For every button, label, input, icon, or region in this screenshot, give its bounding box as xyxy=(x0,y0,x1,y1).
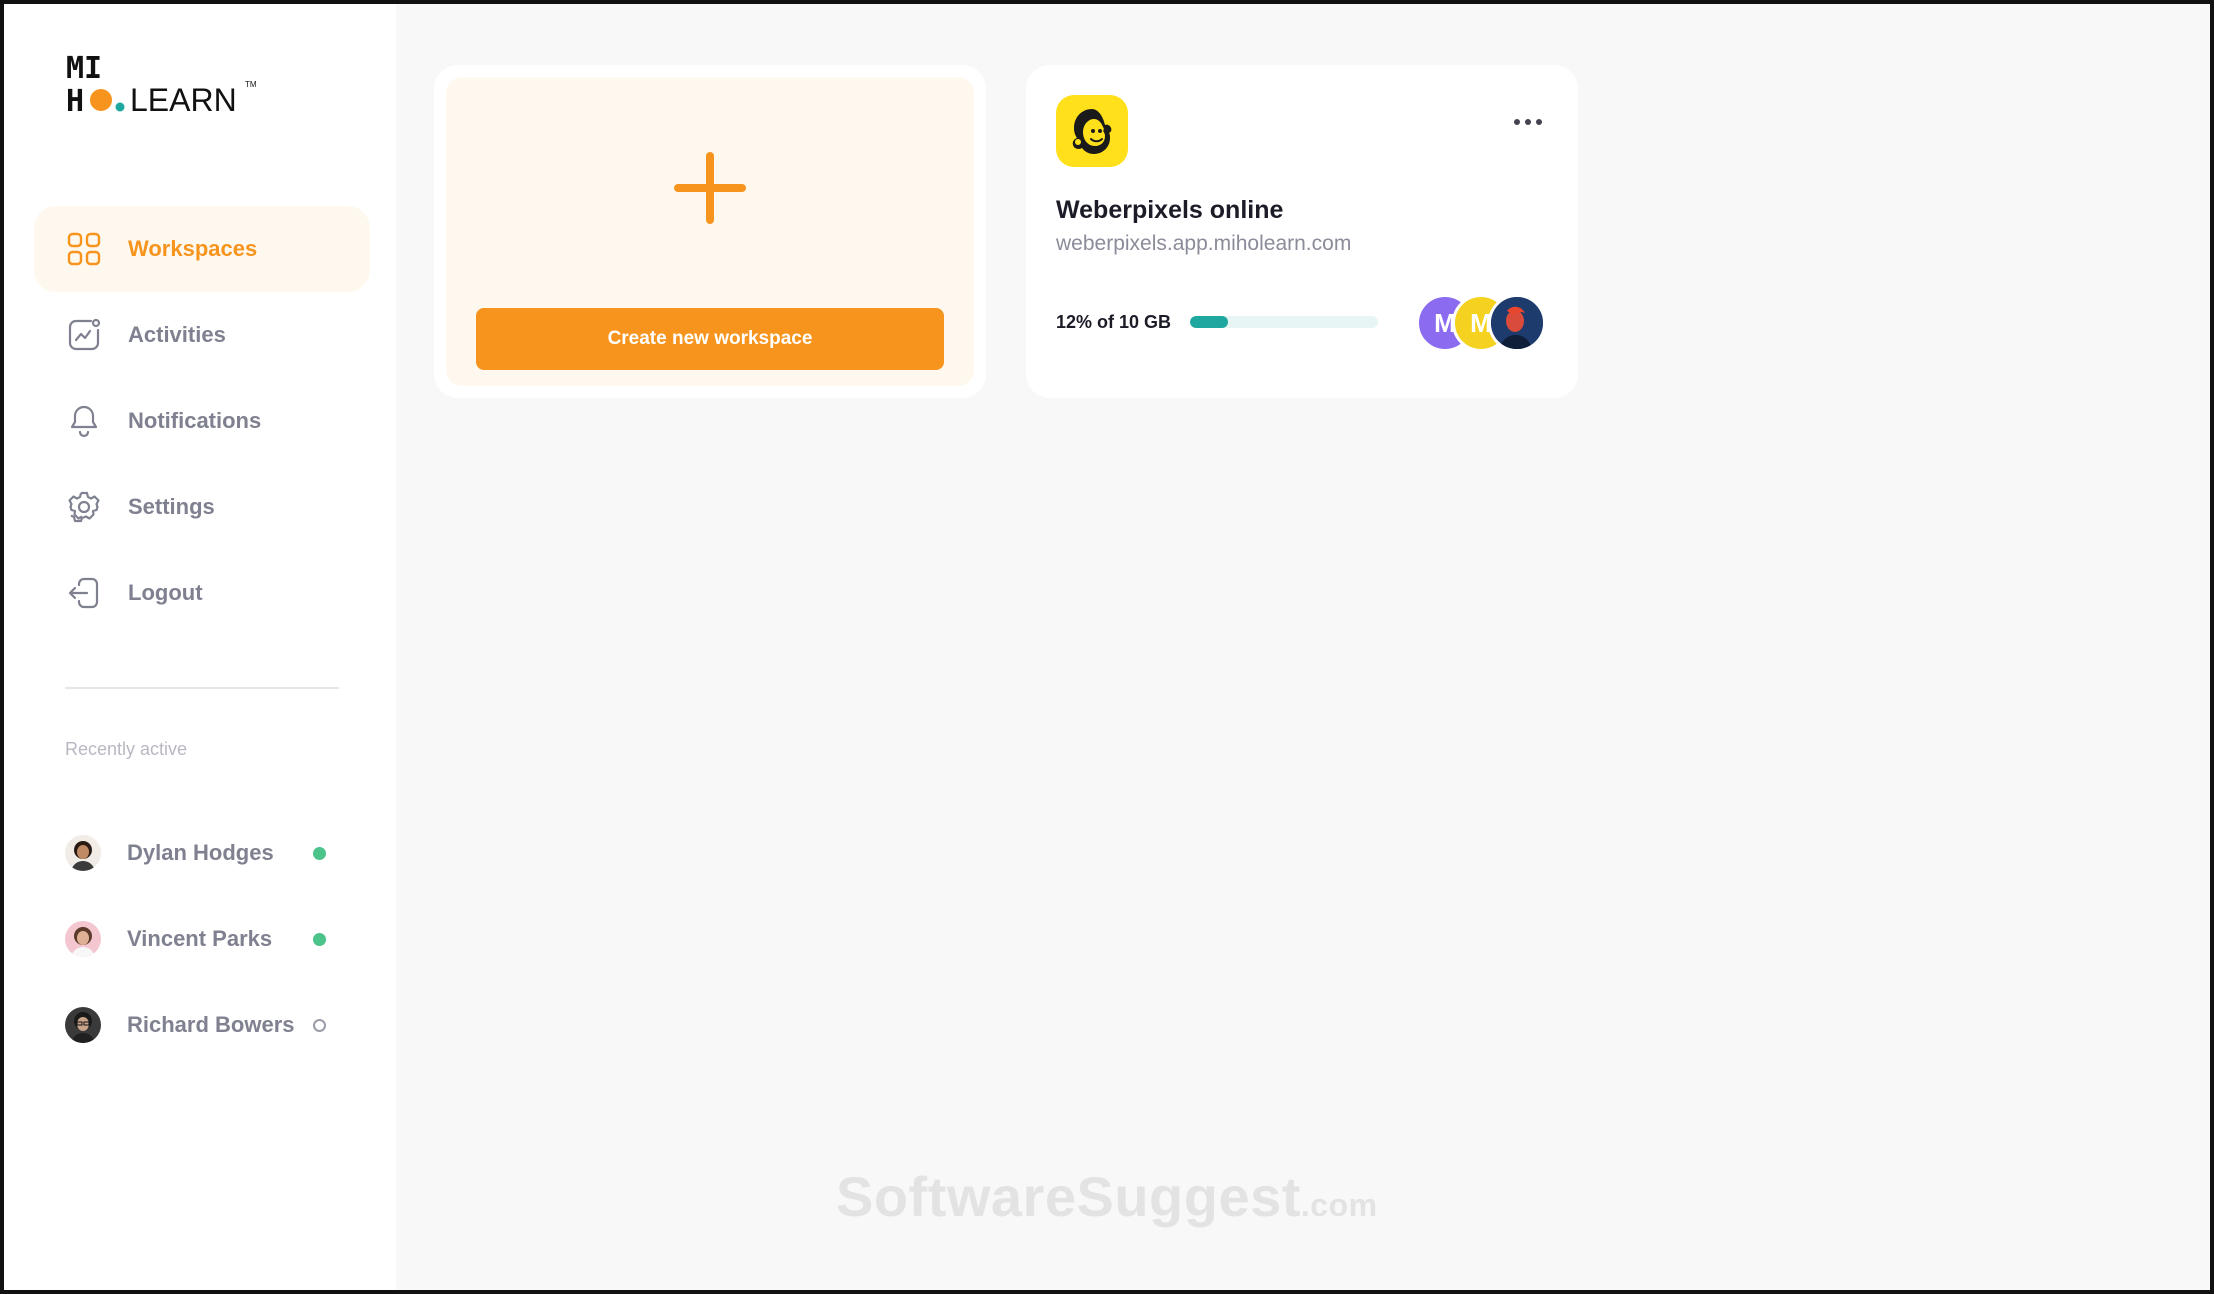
sidebar-item-workspaces[interactable]: Workspaces xyxy=(34,206,370,292)
recent-user-name: Richard Bowers xyxy=(127,1012,295,1037)
workspace-card[interactable]: Weberpixels online weberpixels.app.mihol… xyxy=(1026,65,1578,398)
brand-logo-icon: MI H LEARN TM xyxy=(66,51,257,119)
workspace-title: Weberpixels online xyxy=(1056,196,1284,224)
svg-text:TM: TM xyxy=(245,80,257,89)
offline-status-dot xyxy=(313,1018,326,1032)
workspace-members[interactable]: M M xyxy=(1416,294,1556,352)
storage-usage-text: 12% of 10 GB xyxy=(1056,312,1172,332)
avatar xyxy=(65,1007,101,1043)
online-status-dot xyxy=(313,846,326,860)
main-content: Create new workspace Weberpixels online … xyxy=(396,4,2210,1290)
sidebar-item-label: Activities xyxy=(128,322,226,347)
recently-active-list: Dylan Hodges Vincent Parks Richard Bower… xyxy=(65,810,345,1068)
brand-logo[interactable]: MI H LEARN TM xyxy=(64,51,264,122)
activity-chart-icon xyxy=(66,317,102,353)
sidebar-divider xyxy=(65,687,339,689)
create-workspace-button[interactable]: Create new workspace xyxy=(476,308,944,370)
sidebar-item-label: Notifications xyxy=(128,408,262,433)
online-status-dot xyxy=(313,932,326,946)
sidebar-item-notifications[interactable]: Notifications xyxy=(34,378,370,464)
svg-text:MI: MI xyxy=(66,52,102,86)
sidebar-item-label: Logout xyxy=(128,580,203,605)
more-dots-icon xyxy=(1536,119,1542,125)
app-window: MI H LEARN TM Workspaces Activities Noti… xyxy=(0,0,2214,1294)
svg-text:LEARN: LEARN xyxy=(130,82,237,118)
create-workspace-card[interactable]: Create new workspace xyxy=(434,65,986,398)
mailchimp-logo-icon xyxy=(1056,95,1128,167)
recent-user-dylan-hodges[interactable]: Dylan Hodges xyxy=(65,810,345,896)
logout-icon xyxy=(66,575,102,611)
recent-user-name: Dylan Hodges xyxy=(127,840,274,865)
recent-user-richard-bowers[interactable]: Richard Bowers xyxy=(65,982,345,1068)
avatar xyxy=(65,921,101,957)
sidebar-item-logout[interactable]: Logout xyxy=(34,550,370,636)
bell-icon xyxy=(66,403,102,439)
avatar xyxy=(65,835,101,871)
sidebar-item-label: Workspaces xyxy=(128,236,258,261)
more-dots-icon xyxy=(1514,119,1520,125)
member-avatar-photo[interactable] xyxy=(1488,294,1546,352)
gear-icon xyxy=(66,489,102,525)
recent-user-name: Vincent Parks xyxy=(127,926,273,951)
svg-text:H: H xyxy=(66,84,84,119)
create-workspace-card-inner: Create new workspace xyxy=(446,77,974,386)
more-options-button[interactable] xyxy=(1506,107,1550,137)
more-dots-icon xyxy=(1525,119,1531,125)
plus-icon[interactable] xyxy=(672,150,748,226)
storage-usage-bar xyxy=(1190,316,1378,328)
recently-active-heading: Recently active xyxy=(65,739,188,759)
sidebar: MI H LEARN TM Workspaces Activities Noti… xyxy=(4,4,396,1290)
recent-user-vincent-parks[interactable]: Vincent Parks xyxy=(65,896,345,982)
watermark: SoftwareSuggest.com xyxy=(836,1165,1378,1228)
sidebar-item-label: Settings xyxy=(128,494,215,519)
storage-usage-fill xyxy=(1190,316,1228,328)
workspace-url[interactable]: weberpixels.app.miholearn.com xyxy=(1056,232,1351,256)
sidebar-item-activities[interactable]: Activities xyxy=(34,292,370,378)
sidebar-nav: Workspaces Activities Notifications Sett… xyxy=(34,206,370,636)
sidebar-item-settings[interactable]: Settings xyxy=(34,464,370,550)
grid-icon xyxy=(66,231,102,267)
